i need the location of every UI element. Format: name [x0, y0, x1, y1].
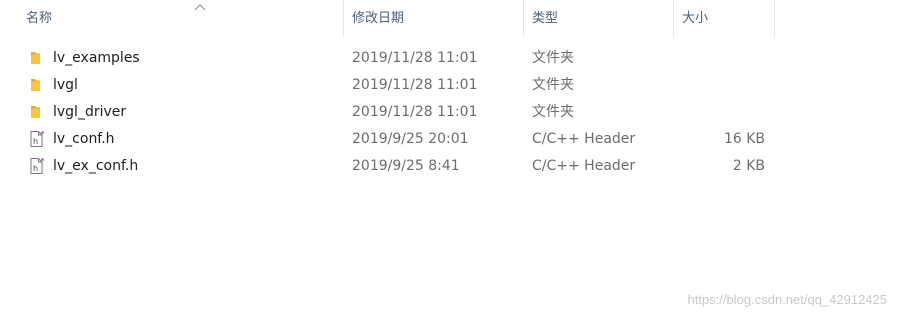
- file-type: 文件夹: [532, 50, 574, 66]
- column-header-name-label: 名称: [26, 11, 53, 26]
- column-header-size-label: 大小: [682, 11, 709, 26]
- file-name: lvgl: [53, 77, 78, 93]
- column-header-type[interactable]: 类型: [524, 0, 674, 37]
- column-header-date[interactable]: 修改日期: [344, 0, 524, 37]
- watermark: https://blog.csdn.net/qq_42912425: [687, 292, 888, 307]
- file-modified-date: 2019/9/25 20:01: [352, 131, 469, 147]
- file-name: lvgl_driver: [53, 104, 127, 120]
- file-row[interactable]: h lv_conf.h 2019/9/25 20:01 C/C++ Header…: [18, 126, 778, 153]
- file-modified-date: 2019/11/28 11:01: [352, 104, 478, 120]
- file-name: lv_examples: [53, 50, 140, 66]
- sort-ascending-icon: [194, 4, 206, 11]
- header-file-icon: h: [28, 157, 46, 175]
- folder-icon: [28, 76, 46, 94]
- file-size: 2 KB: [732, 158, 765, 174]
- column-header-bar: 名称 修改日期 类型 大小: [0, 0, 897, 40]
- svg-text:h: h: [33, 137, 38, 146]
- file-row[interactable]: h lv_ex_conf.h 2019/9/25 8:41 C/C++ Head…: [18, 153, 778, 180]
- folder-icon: [28, 49, 46, 67]
- svg-text:h: h: [33, 164, 38, 173]
- folder-icon: [28, 103, 46, 121]
- file-row[interactable]: lvgl 2019/11/28 11:01 文件夹: [18, 72, 778, 99]
- file-type: 文件夹: [532, 77, 574, 93]
- column-header-name[interactable]: 名称: [18, 0, 344, 37]
- file-name: lv_ex_conf.h: [53, 158, 139, 174]
- file-modified-date: 2019/11/28 11:01: [352, 50, 478, 66]
- file-type: 文件夹: [532, 104, 574, 120]
- column-header-type-label: 类型: [532, 11, 559, 26]
- file-modified-date: 2019/11/28 11:01: [352, 77, 478, 93]
- column-header-date-label: 修改日期: [352, 11, 405, 26]
- file-type: C/C++ Header: [532, 131, 636, 147]
- header-file-icon: h: [28, 130, 46, 148]
- file-name: lv_conf.h: [53, 131, 115, 147]
- file-row[interactable]: lvgl_driver 2019/11/28 11:01 文件夹: [18, 99, 778, 126]
- file-type: C/C++ Header: [532, 158, 636, 174]
- file-modified-date: 2019/9/25 8:41: [352, 158, 460, 174]
- file-size: 16 KB: [723, 131, 765, 147]
- file-explorer: 名称 修改日期 类型 大小 lv_examples 2019/11/28 11:…: [0, 0, 897, 321]
- column-header-size[interactable]: 大小: [674, 0, 775, 37]
- file-row[interactable]: lv_examples 2019/11/28 11:01 文件夹: [18, 45, 778, 72]
